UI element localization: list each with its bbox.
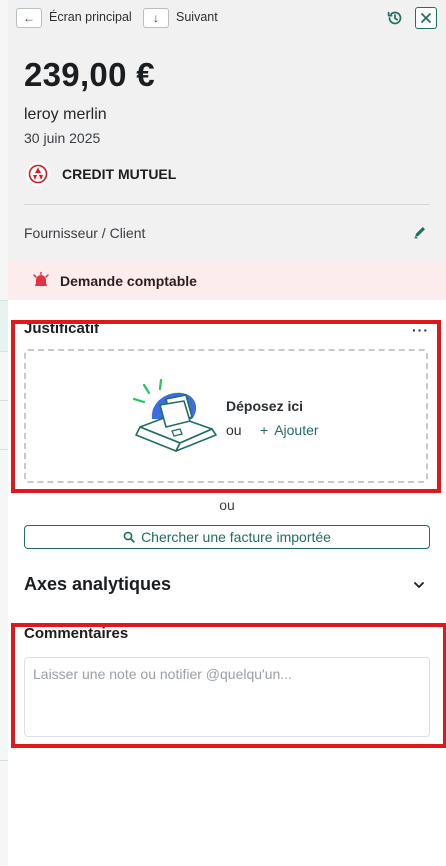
transaction-detail-panel: ← Écran principal ↓ Suivant 239,00 € ler… (8, 0, 446, 866)
bank-logo-icon (26, 162, 50, 186)
transaction-date: 30 juin 2025 (24, 130, 101, 146)
background-divider (0, 760, 8, 761)
plus-icon: + (260, 422, 269, 438)
search-imported-invoice-button[interactable]: Chercher une facture importée (24, 525, 430, 549)
add-receipt-label: Ajouter (274, 422, 319, 438)
panel-toolbar: ← Écran principal ↓ Suivant (8, 0, 446, 38)
transaction-amount: 239,00 € (24, 56, 155, 93)
back-label[interactable]: Écran principal (49, 10, 132, 24)
more-options-icon[interactable]: ··· (412, 322, 429, 338)
receipt-section-title: Justificatif (24, 320, 100, 337)
pencil-icon[interactable] (412, 224, 428, 240)
analytic-axes-header[interactable]: Axes analytiques (24, 574, 171, 595)
arrow-down-icon: ↓ (153, 11, 159, 25)
chevron-down-icon[interactable] (412, 578, 426, 592)
next-button[interactable]: ↓ (143, 8, 169, 28)
close-icon (421, 13, 431, 23)
background-divider (0, 449, 8, 450)
receipt-dropzone[interactable]: Déposez ici ou + Ajouter (24, 349, 428, 483)
or-separator-label: ou (219, 497, 235, 513)
transaction-header: 239,00 € leroy merlin 30 juin 2025 CREDI… (8, 38, 446, 260)
search-imported-invoice-label: Chercher une facture importée (141, 529, 331, 545)
bank-account-name: CREDIT MUTUEL (62, 166, 177, 182)
divider (24, 204, 430, 205)
add-receipt-button[interactable]: + Ajouter (260, 422, 319, 438)
search-icon (123, 531, 135, 543)
alarm-icon (33, 271, 49, 286)
accounting-request-banner[interactable]: Demande comptable (8, 260, 446, 300)
close-button[interactable] (415, 7, 437, 29)
background-selected-row (0, 300, 8, 352)
comments-title: Commentaires (24, 625, 129, 642)
next-label[interactable]: Suivant (176, 10, 218, 24)
supplier-field-label[interactable]: Fournisseur / Client (24, 225, 145, 241)
document-upload-illustration (132, 378, 217, 452)
or-label: ou (226, 422, 242, 438)
history-icon[interactable] (386, 9, 404, 27)
drop-here-label: Déposez ici (226, 398, 304, 414)
merchant-name: leroy merlin (24, 106, 107, 123)
background-divider (0, 400, 8, 401)
arrow-left-icon: ← (23, 11, 35, 25)
comment-input[interactable] (24, 657, 430, 737)
back-button[interactable]: ← (16, 8, 42, 28)
accounting-request-label: Demande comptable (60, 273, 197, 289)
